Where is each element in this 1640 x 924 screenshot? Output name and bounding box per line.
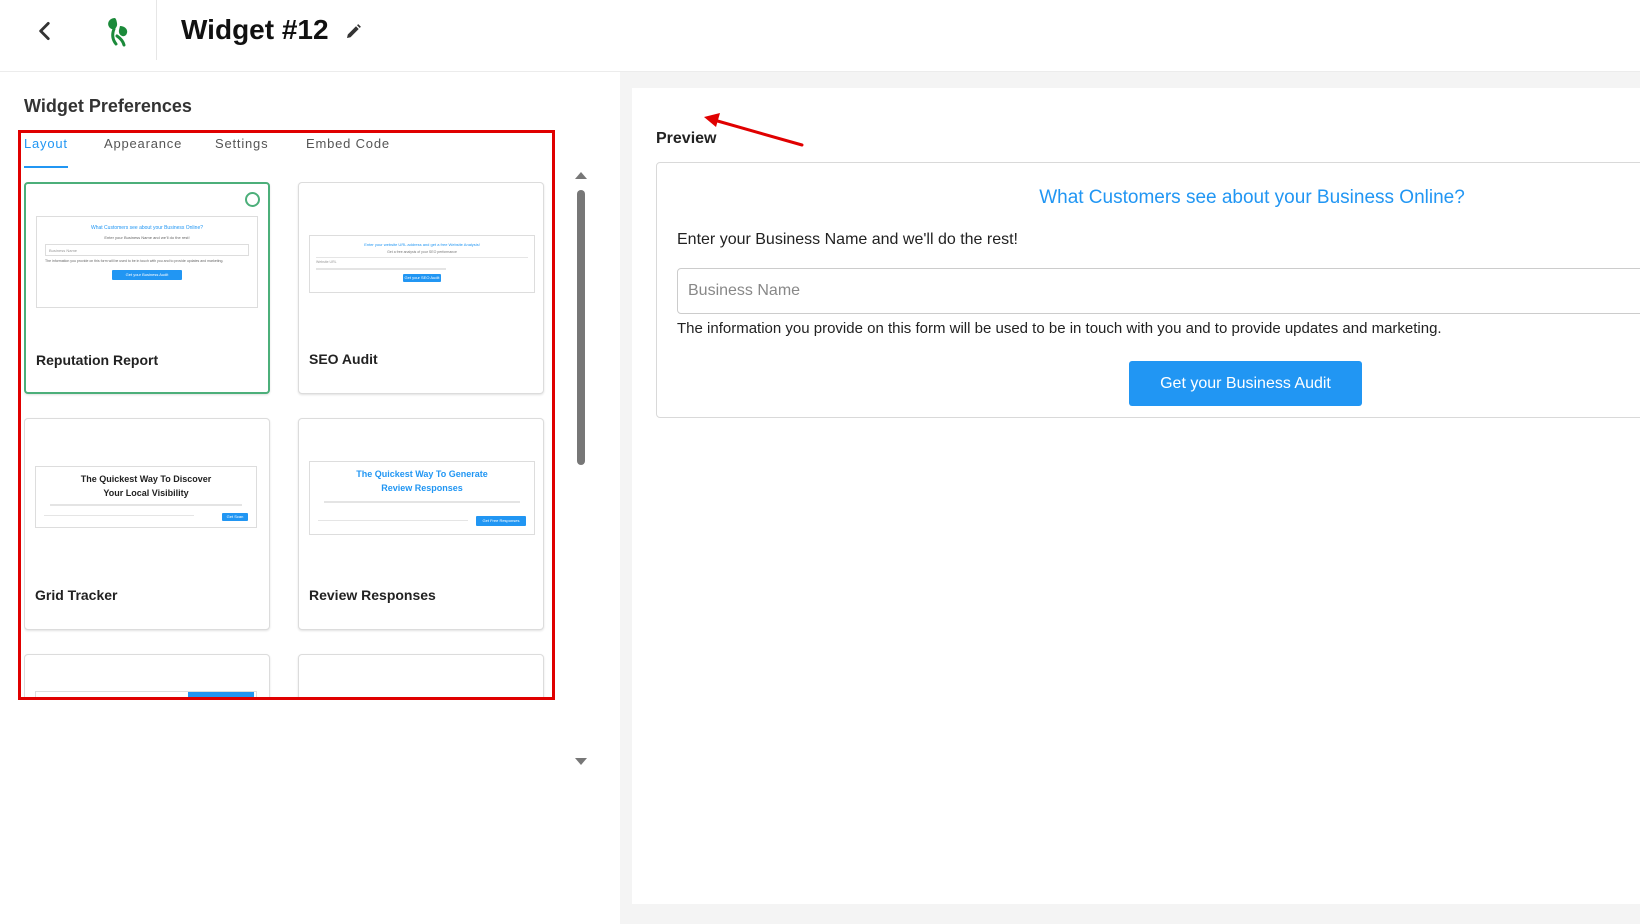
preferences-title: Widget Preferences xyxy=(24,96,192,116)
preview-panel: Preview What Customers see about your Bu… xyxy=(620,72,1640,924)
scroll-up-icon[interactable] xyxy=(575,172,587,179)
annotation-highlight-box xyxy=(18,130,555,700)
pencil-icon[interactable] xyxy=(343,22,363,42)
preview-card: Preview What Customers see about your Bu… xyxy=(632,88,1640,904)
business-name-input[interactable] xyxy=(677,268,1640,314)
page-title: Widget #12 xyxy=(181,14,329,45)
preview-form: What Customers see about your Business O… xyxy=(656,162,1640,418)
preferences-panel: Widget Preferences Layout Appearance Set… xyxy=(0,72,620,924)
get-business-audit-button[interactable]: Get your Business Audit xyxy=(1129,361,1362,406)
form-heading: What Customers see about your Business O… xyxy=(1039,187,1465,208)
layout-scrollbar[interactable] xyxy=(574,172,588,765)
header-divider xyxy=(156,0,157,60)
form-subtitle: Enter your Business Name and we'll do th… xyxy=(677,231,1018,248)
top-bar: Widget #12 xyxy=(0,0,1640,72)
scroll-down-icon[interactable] xyxy=(575,758,587,765)
form-note: The information you provide on this form… xyxy=(677,320,1442,337)
annotation-arrow-icon xyxy=(704,113,804,147)
leaf-logo-icon xyxy=(108,18,128,47)
scrollbar-thumb[interactable] xyxy=(577,190,585,465)
chevron-left-icon[interactable] xyxy=(32,18,58,44)
